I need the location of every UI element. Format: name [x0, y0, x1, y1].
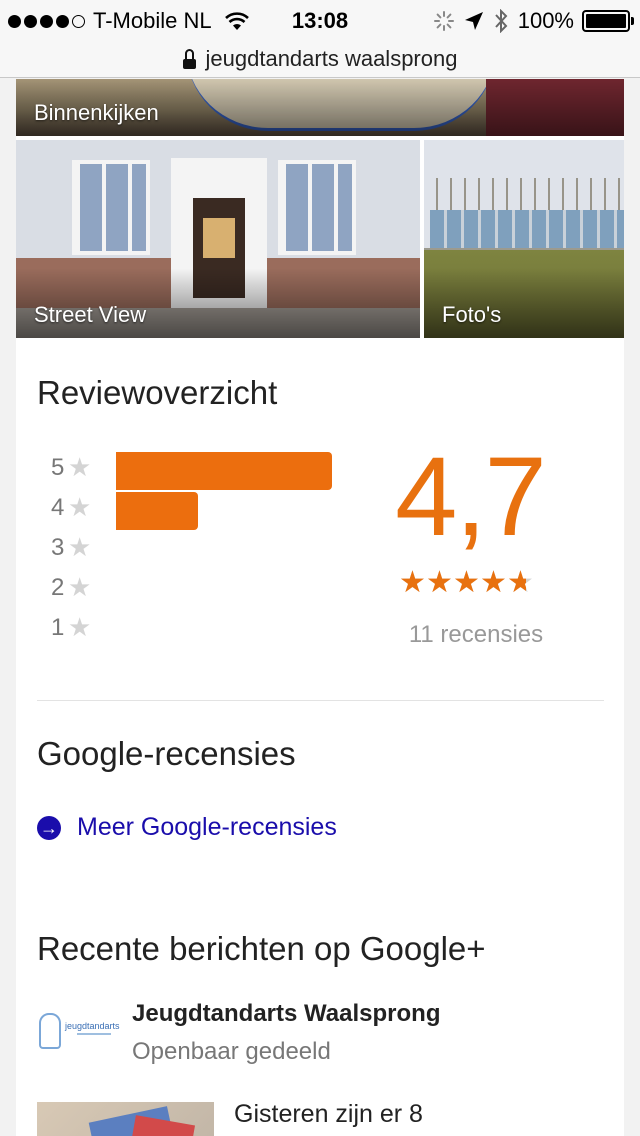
more-google-reviews-link[interactable]: → Meer Google-recensies	[37, 813, 337, 842]
post-visibility: Openbaar gedeeld	[132, 1038, 331, 1065]
rating-star-icon: ★ ★	[507, 566, 534, 599]
post-snippet[interactable]: Gisteren zijn er 8	[234, 1100, 423, 1129]
histogram-bar	[116, 492, 199, 530]
histogram-star-count: 2	[51, 574, 65, 601]
arrow-right-circle-icon: →	[37, 815, 61, 840]
histogram-star-count: 3	[51, 534, 65, 561]
carrier-name: T-Mobile NL	[93, 8, 212, 33]
status-bar: T-Mobile NL 13:08 100%	[0, 0, 640, 40]
signal-strength-icon	[8, 14, 85, 28]
histogram-row-4: 4 ★	[51, 492, 351, 530]
average-rating: 4,7	[395, 434, 547, 559]
photos-thumbnail[interactable]: Foto's	[424, 140, 624, 338]
page-content: Binnenkijken Street View Foto's Reviewov…	[16, 79, 624, 1136]
star-icon: ★	[68, 492, 92, 522]
activity-spinner-icon	[433, 11, 454, 31]
star-icon: ★	[68, 452, 92, 482]
more-google-reviews-label[interactable]: Meer Google-recensies	[77, 813, 337, 842]
google-reviews-title: Google-recensies	[37, 735, 296, 772]
histogram-row-5: 5 ★	[51, 452, 351, 490]
rating-star-icon: ★ ★	[426, 566, 453, 599]
rating-star-icon: ★ ★	[399, 566, 426, 599]
wifi-icon	[224, 12, 249, 30]
review-count[interactable]: 11 recensies	[386, 621, 566, 649]
rating-star-icon: ★ ★	[480, 566, 507, 599]
photos-label: Foto's	[442, 302, 502, 327]
section-divider	[37, 700, 604, 701]
histogram-bar	[116, 452, 332, 490]
google-plus-posts-title: Recente berichten op Google+	[37, 930, 486, 967]
rating-stars: ★ ★ ★ ★ ★ ★ ★ ★ ★ ★	[399, 566, 534, 600]
bluetooth-icon	[494, 9, 508, 33]
star-icon: ★	[68, 532, 92, 562]
histogram-row-1: 1 ★	[51, 612, 351, 642]
location-arrow-icon	[464, 12, 483, 30]
author-logo[interactable]: jeugdtandarts	[37, 1003, 121, 1063]
review-overview-title: Reviewoverzicht	[37, 374, 278, 411]
post-image[interactable]	[37, 1102, 214, 1136]
battery-percentage: 100%	[517, 8, 574, 33]
battery-icon	[582, 10, 634, 32]
rating-star-icon: ★ ★	[453, 566, 480, 599]
url-text[interactable]: jeugdtandarts waalsprong	[206, 46, 458, 72]
star-icon: ★	[68, 612, 92, 642]
inside-view-photo[interactable]: Binnenkijken	[16, 79, 624, 136]
histogram-star-count: 4	[51, 494, 65, 521]
histogram-star-count: 5	[51, 454, 65, 481]
status-bar-right: 100%	[433, 8, 634, 34]
histogram-row-3: 3 ★	[51, 532, 351, 562]
street-view-label: Street View	[34, 302, 147, 327]
lock-icon	[182, 48, 196, 69]
star-icon: ★	[68, 572, 92, 602]
post-author-name[interactable]: Jeugdtandarts Waalsprong	[132, 1000, 440, 1028]
histogram-row-2: 2 ★	[51, 572, 351, 602]
address-bar[interactable]: jeugdtandarts waalsprong	[0, 40, 640, 78]
histogram-star-count: 1	[51, 614, 65, 641]
inside-view-label: Binnenkijken	[34, 100, 159, 125]
street-view-photo[interactable]: Street View	[16, 140, 420, 338]
status-bar-left: T-Mobile NL	[8, 8, 250, 34]
